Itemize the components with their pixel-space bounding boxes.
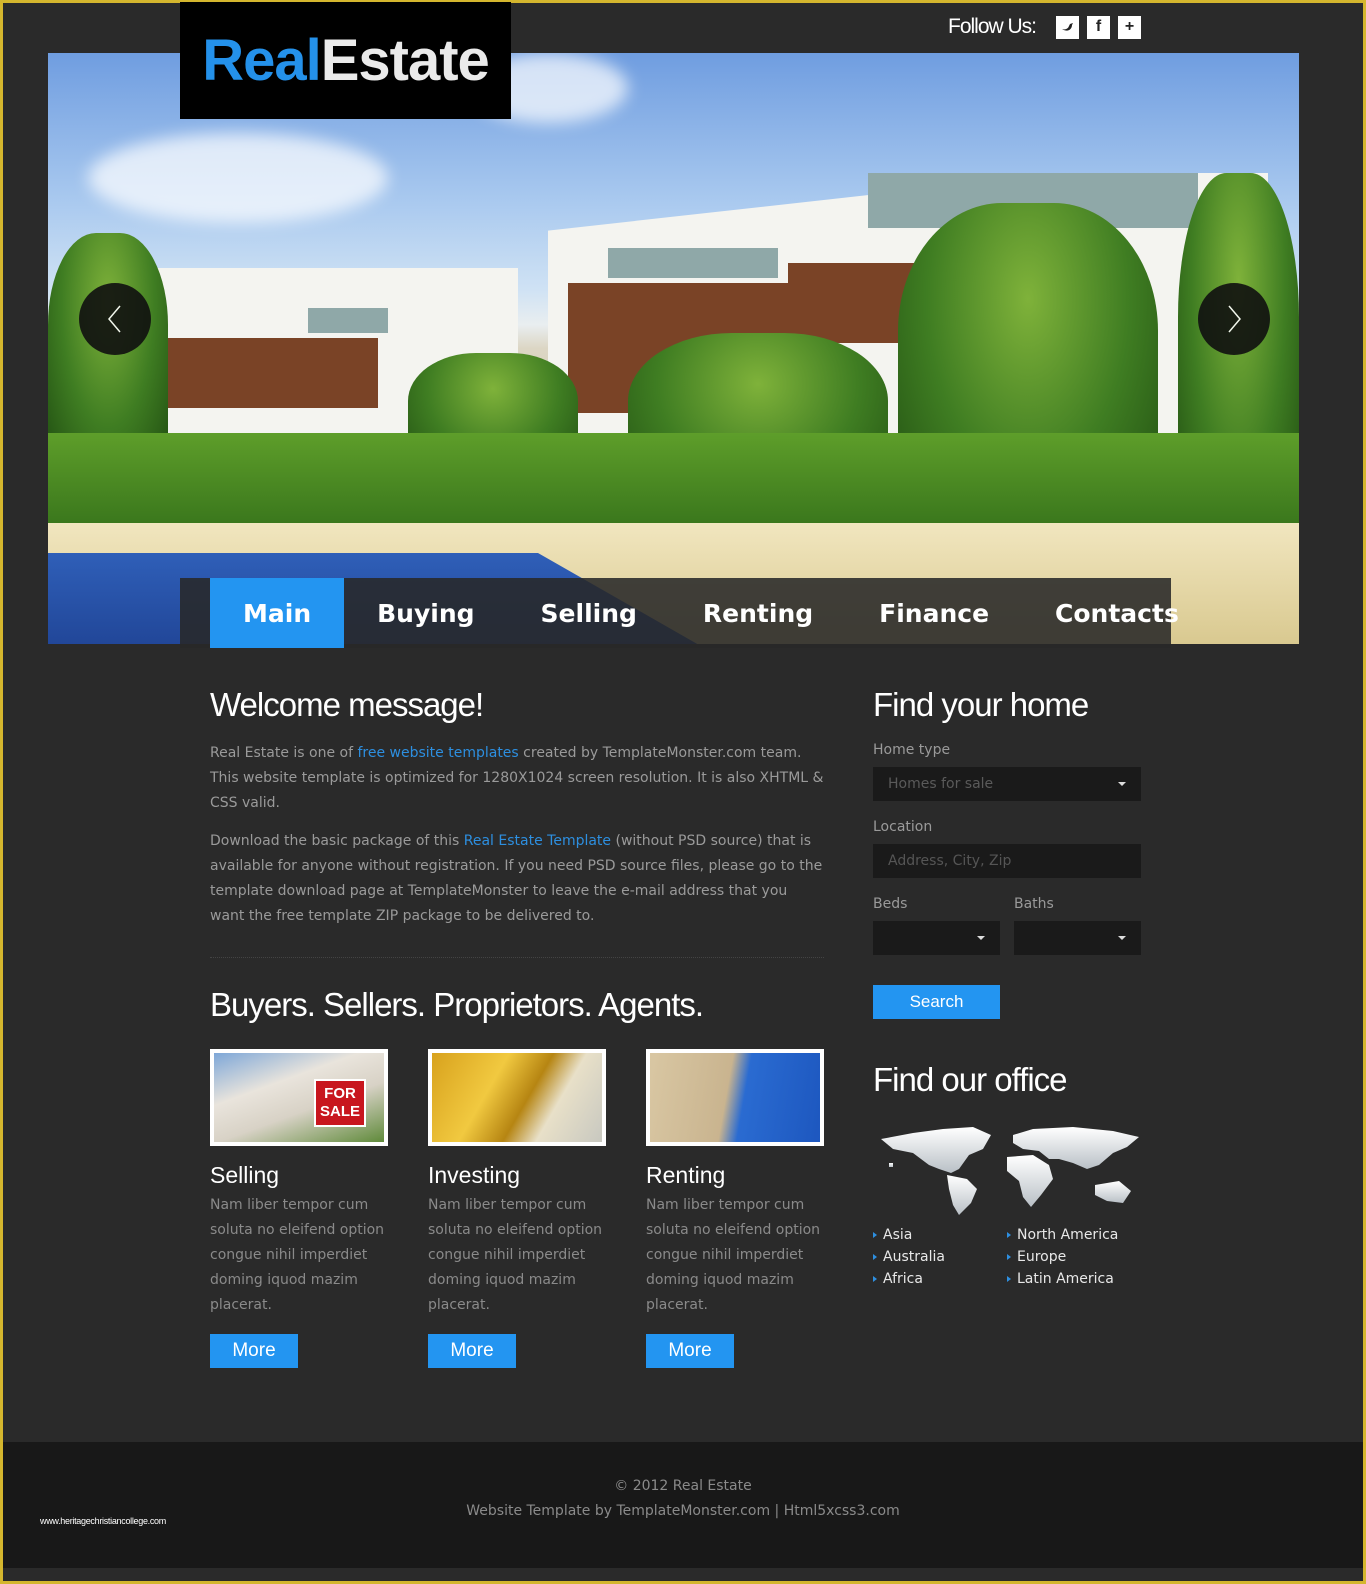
beds-label: Beds (873, 896, 908, 912)
caret-down-icon (977, 936, 985, 940)
footer: © 2012 Real Estate Website Template by T… (3, 1442, 1363, 1568)
region-label: Europe (1017, 1249, 1067, 1265)
service-card-investing: Investing Nam liber tempor cum soluta no… (428, 1048, 606, 1368)
text: Download the basic package of this (210, 833, 464, 850)
nav-item-renting[interactable]: Renting (670, 578, 846, 648)
bullet-arrow-icon (1007, 1232, 1011, 1238)
service-card-selling: FOR SALE Selling Nam liber tempor cum so… (210, 1048, 388, 1368)
welcome-paragraph-1: Real Estate is one of free website templ… (210, 741, 824, 815)
building-window (608, 248, 778, 278)
slider-next-button[interactable] (1198, 283, 1270, 355)
region-label: Africa (883, 1271, 923, 1287)
plus-icon[interactable]: + (1118, 15, 1142, 39)
baths-select[interactable] (1014, 921, 1141, 955)
main-nav: Main Buying Selling Renting Finance Cont… (180, 578, 1179, 648)
renting-image[interactable] (646, 1048, 824, 1146)
office-title: Find our office (873, 1061, 1068, 1098)
facebook-icon[interactable]: f (1087, 15, 1111, 39)
building-window (308, 308, 388, 333)
hero-slider (48, 53, 1299, 644)
selling-image[interactable]: FOR SALE (210, 1048, 388, 1146)
building-facade (158, 338, 378, 408)
welcome-paragraph-2: Download the basic package of this Real … (210, 829, 824, 928)
text: Real Estate is one of (210, 745, 358, 761)
search-button[interactable]: Search (873, 985, 1000, 1019)
service-card-renting: Renting Nam liber tempor cum soluta no e… (646, 1048, 824, 1368)
watermark: www.heritagechristiancollege.com (40, 1516, 166, 1526)
logo-text-real: Real (202, 28, 322, 93)
nav-item-finance[interactable]: Finance (846, 578, 1022, 648)
follow-label: Follow Us: (948, 15, 1037, 38)
office-regions: Asia North America Australia Europe Afri… (873, 1227, 1141, 1287)
bullet-arrow-icon (873, 1232, 877, 1238)
main-content: Welcome message! Real Estate is one of f… (210, 686, 824, 1368)
more-button[interactable]: More (210, 1333, 298, 1368)
region-asia[interactable]: Asia (873, 1227, 1007, 1243)
beds-select[interactable] (873, 921, 1000, 955)
region-label: Asia (883, 1227, 913, 1243)
card-text: Nam liber tempor cum soluta no eleifend … (428, 1196, 603, 1313)
bullet-arrow-icon (1007, 1254, 1011, 1260)
chevron-left-icon (108, 305, 121, 333)
caret-down-icon (1118, 936, 1126, 940)
card-title: Renting (646, 1161, 726, 1188)
beds-baths-row: Beds Baths (873, 878, 1141, 955)
for-sale-sign: FOR SALE (314, 1078, 366, 1127)
location-field-wrapper (873, 844, 1141, 878)
more-button[interactable]: More (646, 1333, 734, 1368)
baths-group: Baths (1014, 878, 1141, 955)
logo-text-estate: Estate (320, 28, 490, 93)
footer-credits[interactable]: Website Template by TemplateMonster.com … (3, 1503, 1363, 1519)
location-input[interactable] (888, 853, 1126, 869)
card-text: Nam liber tempor cum soluta no eleifend … (210, 1196, 385, 1313)
location-label: Location (873, 819, 933, 835)
home-type-select[interactable]: Homes for sale (873, 767, 1141, 801)
search-title: Find your home (873, 686, 1089, 723)
world-map-icon (881, 1127, 1139, 1215)
welcome-title: Welcome message! (210, 686, 484, 723)
region-latin-america[interactable]: Latin America (1007, 1271, 1141, 1287)
bullet-arrow-icon (873, 1276, 877, 1282)
home-type-value: Homes for sale (888, 776, 994, 792)
services-title: Buyers. Sellers. Proprietors. Agents. (210, 985, 704, 1023)
region-label: Australia (883, 1249, 945, 1265)
nav-item-contacts[interactable]: Contacts (1022, 578, 1212, 648)
bullet-arrow-icon (1007, 1276, 1011, 1282)
beds-group: Beds (873, 878, 1000, 955)
service-cards: FOR SALE Selling Nam liber tempor cum so… (210, 1048, 824, 1368)
real-estate-template-link[interactable]: Real Estate Template (464, 833, 611, 849)
logo[interactable]: RealEstate (180, 2, 511, 119)
region-europe[interactable]: Europe (1007, 1249, 1141, 1265)
card-title: Selling (210, 1161, 280, 1188)
region-label: North America (1017, 1227, 1119, 1243)
card-title: Investing (428, 1161, 521, 1188)
caret-down-icon (1118, 782, 1126, 786)
services-section: Buyers. Sellers. Proprietors. Agents. FO… (210, 986, 824, 1368)
investing-image[interactable] (428, 1048, 606, 1146)
free-templates-link[interactable]: free website templates (357, 745, 518, 761)
home-type-label: Home type (873, 742, 951, 758)
nav-item-main[interactable]: Main (210, 578, 345, 648)
slider-prev-button[interactable] (79, 283, 151, 355)
nav-item-selling[interactable]: Selling (508, 578, 670, 648)
nav-item-buying[interactable]: Buying (344, 578, 507, 648)
follow-us: Follow Us: f + (948, 15, 1142, 39)
cloud (88, 133, 388, 223)
chevron-right-icon (1228, 305, 1241, 333)
region-north-america[interactable]: North America (1007, 1227, 1141, 1243)
more-button[interactable]: More (428, 1333, 516, 1368)
region-africa[interactable]: Africa (873, 1271, 1007, 1287)
baths-label: Baths (1014, 896, 1054, 912)
bullet-arrow-icon (873, 1254, 877, 1260)
world-map[interactable] (873, 1119, 1141, 1219)
sidebar: Find your home Home type Homes for sale … (873, 686, 1141, 1287)
copyright: © 2012 Real Estate (614, 1478, 752, 1494)
divider (210, 956, 824, 958)
region-australia[interactable]: Australia (873, 1249, 1007, 1265)
card-text: Nam liber tempor cum soluta no eleifend … (646, 1196, 821, 1313)
region-label: Latin America (1017, 1271, 1114, 1287)
twitter-icon[interactable] (1056, 15, 1080, 39)
